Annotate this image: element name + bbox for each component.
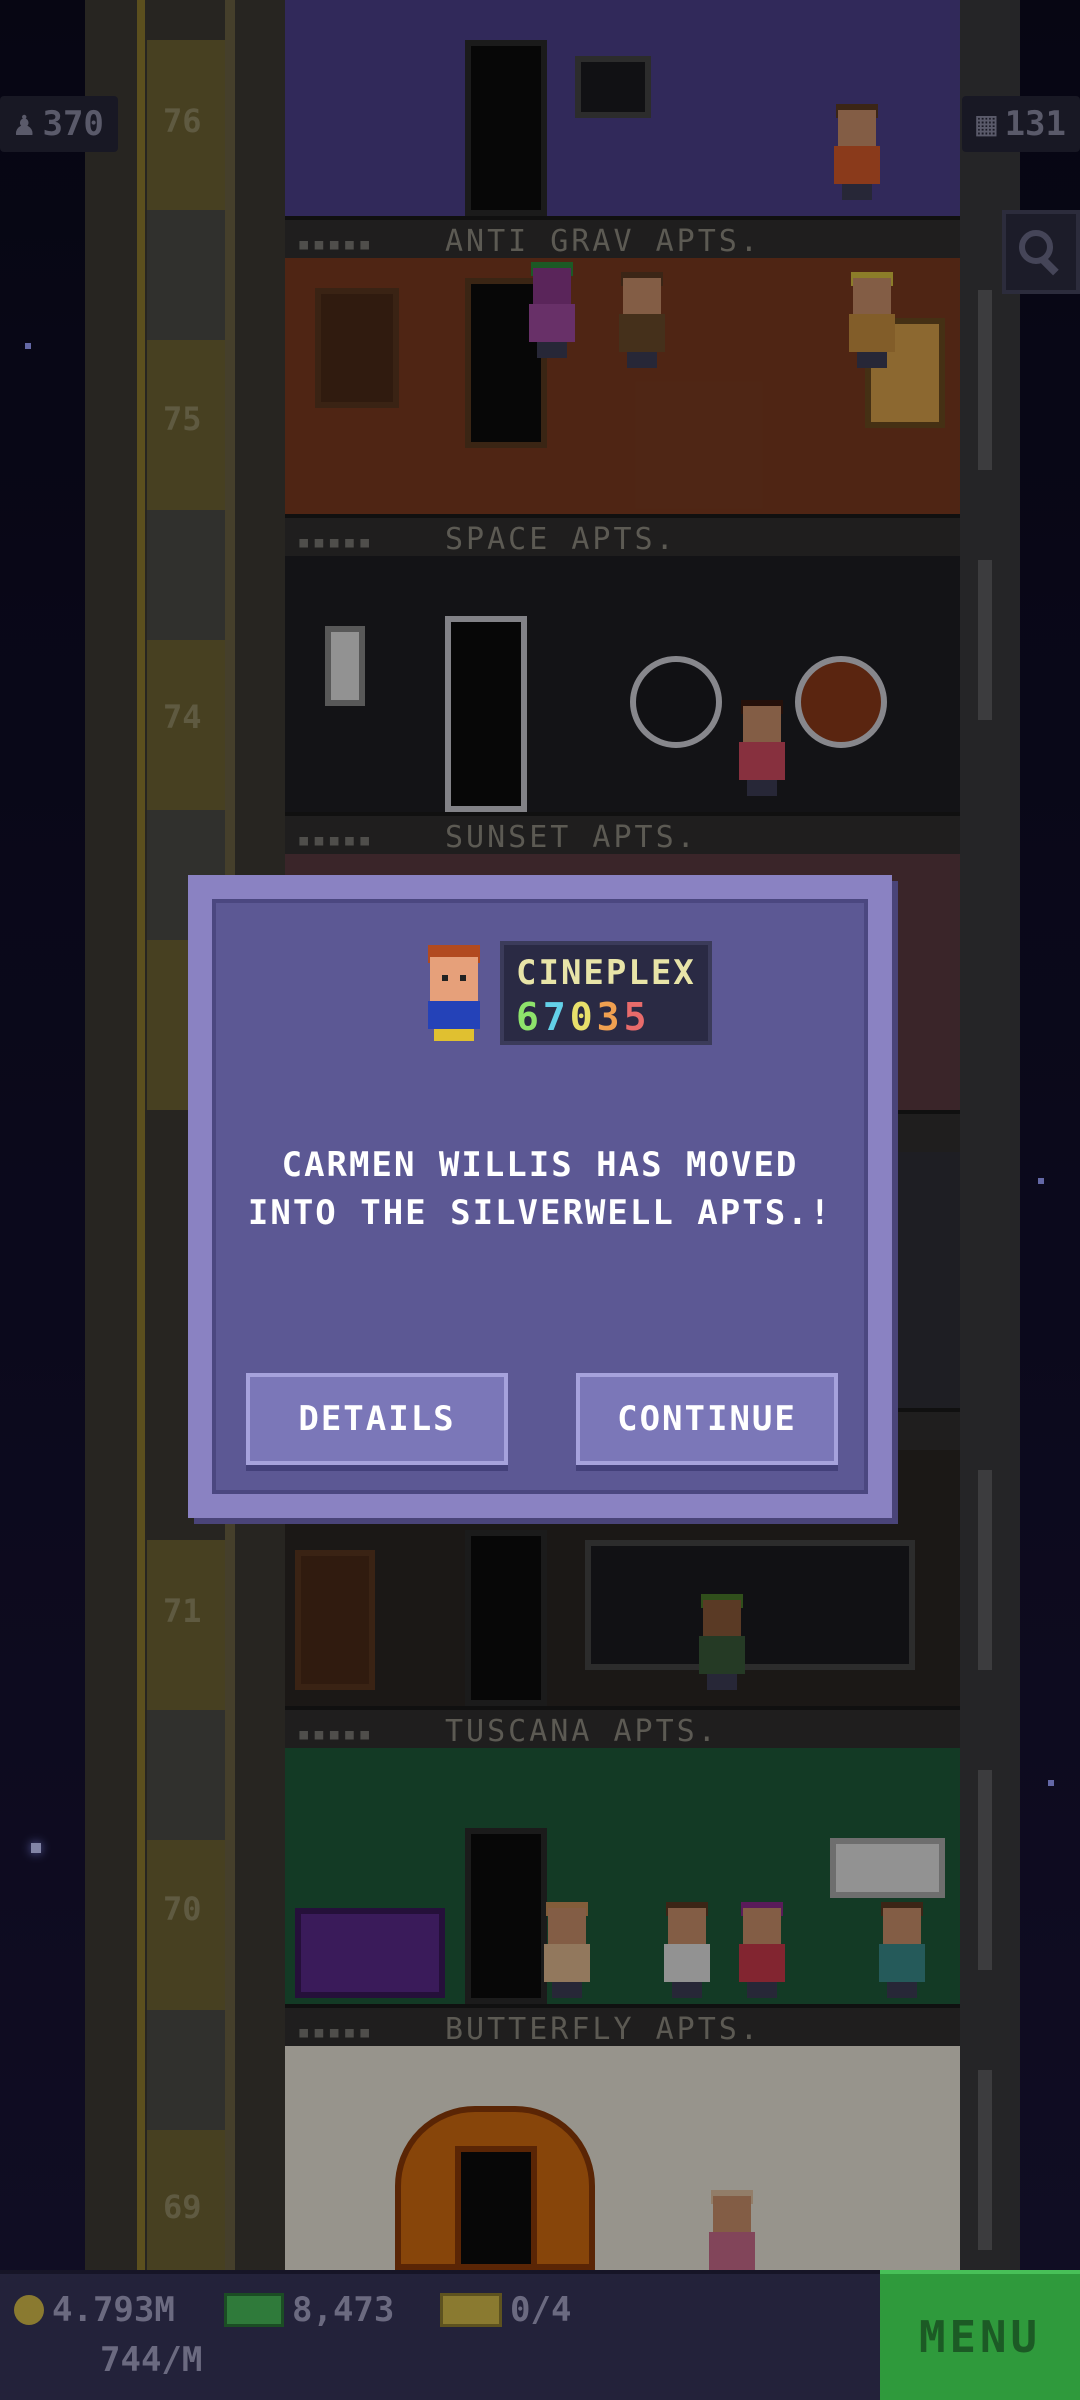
coins-stat[interactable]: 4.793M: [14, 2290, 175, 2330]
badge-digit: 3: [596, 995, 624, 1039]
bottom-bar: 4.793M 744/M 8,473 0/4 MENU: [0, 2270, 1080, 2400]
ticket-icon: [440, 2293, 502, 2327]
bux-stat[interactable]: 8,473: [224, 2290, 394, 2330]
dream-job-badge: CINEPLEX 67035: [500, 941, 712, 1045]
badge-digit: 7: [542, 995, 570, 1039]
tickets-value: 0/4: [510, 2290, 572, 2330]
bux-icon: [224, 2293, 284, 2327]
continue-button[interactable]: CONTINUE: [576, 1373, 838, 1465]
coins-value: 4.793M: [52, 2290, 175, 2330]
income-value: 744/M: [100, 2340, 203, 2380]
badge-digit: 5: [623, 995, 651, 1039]
move-in-message: CARMEN WILLIS HAS MOVED INTO THE SILVERW…: [236, 1141, 844, 1237]
dialog-body: CINEPLEX 67035 CARMEN WILLIS HAS MOVED I…: [212, 899, 868, 1494]
badge-title: CINEPLEX: [516, 953, 696, 993]
details-button[interactable]: DETAILS: [246, 1373, 508, 1465]
move-in-dialog: CINEPLEX 67035 CARMEN WILLIS HAS MOVED I…: [188, 875, 892, 1518]
badge-digit: 0: [569, 995, 597, 1039]
bux-value: 8,473: [292, 2290, 395, 2330]
message-line: CARMEN WILLIS HAS MOVED: [281, 1145, 799, 1185]
message-line: INTO THE SILVERWELL APTS.!: [247, 1193, 833, 1233]
tickets-stat[interactable]: 0/4: [440, 2290, 571, 2330]
badge-digits: 67035: [516, 995, 696, 1039]
income-stat: 744/M: [100, 2340, 202, 2380]
badge-digit: 6: [516, 995, 543, 1039]
resident-avatar: [424, 945, 484, 1045]
coin-icon: [14, 2295, 44, 2325]
menu-button[interactable]: MENU: [880, 2270, 1080, 2400]
